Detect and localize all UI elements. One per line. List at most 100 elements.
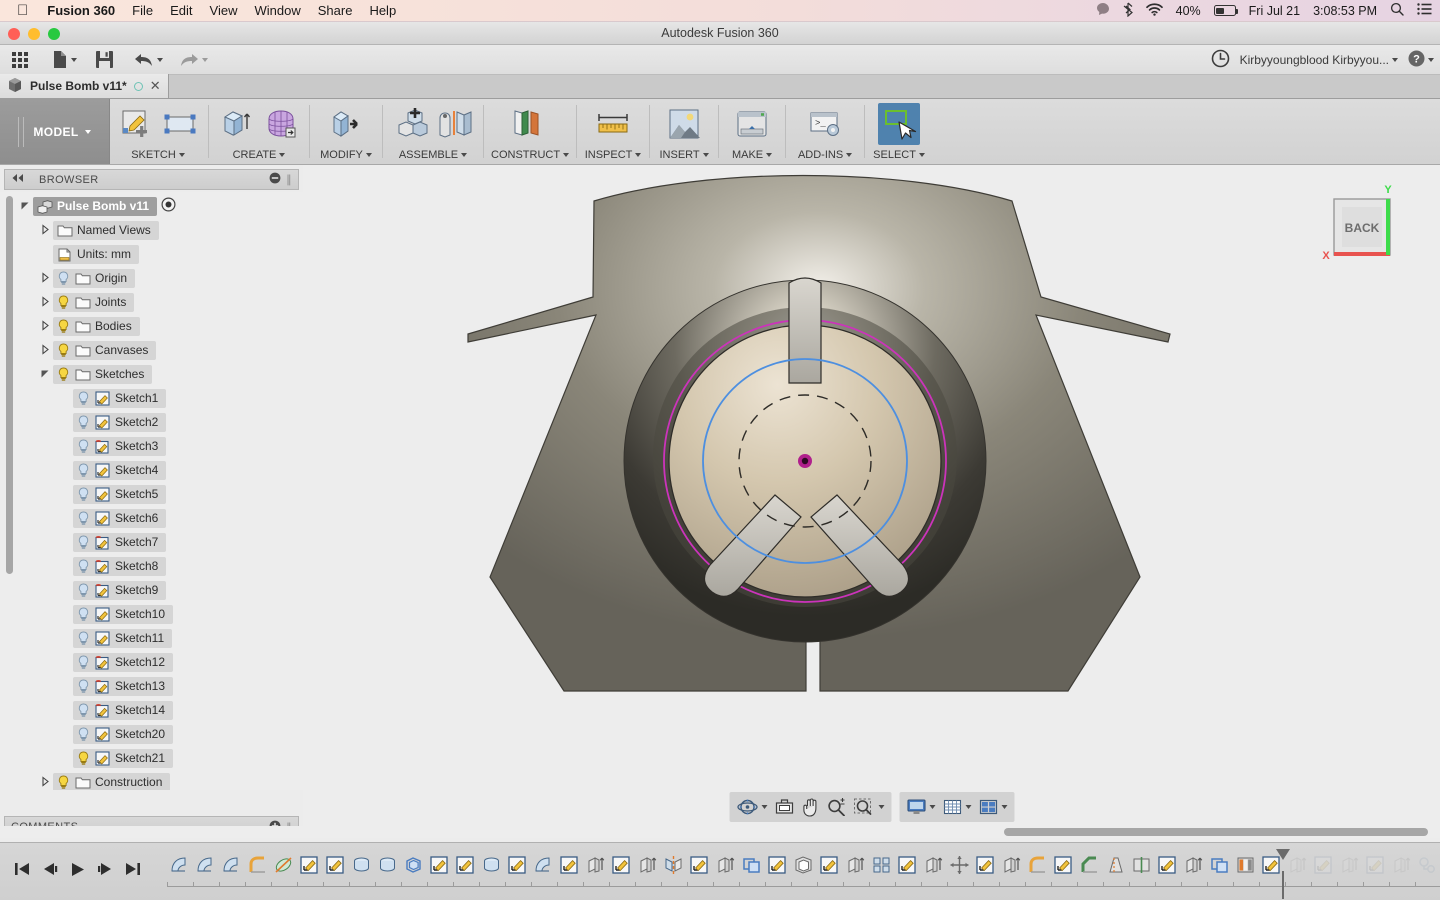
timeline-feature[interactable] xyxy=(1025,852,1049,878)
script-icon[interactable]: >_ xyxy=(804,103,846,145)
timeline-feature[interactable] xyxy=(453,852,477,878)
visibility-bulb-icon[interactable] xyxy=(77,655,90,669)
view-cube[interactable]: BACK Y X xyxy=(1320,173,1420,273)
insert-image-icon[interactable] xyxy=(663,103,705,145)
browser-tree-item[interactable]: Named Views xyxy=(0,218,303,242)
tree-item-chip[interactable]: Sketch9 xyxy=(73,580,167,600)
timeline-feature[interactable] xyxy=(765,852,789,878)
tree-item-chip[interactable]: Sketches xyxy=(53,364,153,384)
browser-tree-item[interactable]: Sketch11 xyxy=(0,626,303,650)
rectangle-icon[interactable] xyxy=(159,103,201,145)
measure-icon[interactable] xyxy=(592,103,634,145)
browser-tree-item[interactable]: Sketch12 xyxy=(0,650,303,674)
browser-tree-item[interactable]: Sketch1 xyxy=(0,386,303,410)
timeline-feature[interactable] xyxy=(1077,852,1101,878)
notification-icon[interactable] xyxy=(1096,2,1110,19)
timeline-feature[interactable] xyxy=(713,852,737,878)
browser-tree-item[interactable]: Units: mm xyxy=(0,242,303,266)
browser-tree-item[interactable]: Canvases xyxy=(0,338,303,362)
document-tab[interactable]: Pulse Bomb v11* ✕ xyxy=(0,74,169,98)
timeline-feature[interactable] xyxy=(1311,852,1335,878)
visibility-bulb-icon[interactable] xyxy=(57,319,70,333)
expand-arrow-closed-icon[interactable] xyxy=(40,295,53,309)
play-icon[interactable] xyxy=(70,862,85,882)
help-icon[interactable]: ? xyxy=(1408,50,1425,70)
tree-item-chip[interactable]: Sketch12 xyxy=(73,652,174,672)
ribbon-panel-label[interactable]: CONSTRUCT xyxy=(491,149,570,161)
visibility-bulb-icon[interactable] xyxy=(57,295,70,309)
expand-arrow-open-icon[interactable] xyxy=(20,200,33,213)
step-back-icon[interactable] xyxy=(42,862,58,881)
workspace-caret[interactable] xyxy=(84,129,91,134)
browser-tree-item[interactable]: Sketch20 xyxy=(0,722,303,746)
expand-arrow-closed-icon[interactable] xyxy=(40,271,53,285)
timeline-feature[interactable] xyxy=(1103,852,1127,878)
timeline-feature[interactable] xyxy=(219,852,243,878)
timeline-feature[interactable] xyxy=(609,852,633,878)
help-menu[interactable]: ? xyxy=(1408,50,1434,70)
browser-tree-item[interactable]: Bodies xyxy=(0,314,303,338)
timeline-feature[interactable] xyxy=(1233,852,1257,878)
tree-item-chip[interactable]: Sketch1 xyxy=(73,388,167,408)
zoom-icon[interactable] xyxy=(824,795,848,819)
new-file-caret[interactable] xyxy=(71,57,77,62)
timeline-feature[interactable] xyxy=(1363,852,1387,878)
offset-plane-icon[interactable] xyxy=(505,103,547,145)
minimize-icon[interactable] xyxy=(269,172,281,187)
go-to-beginning-icon[interactable] xyxy=(14,862,30,881)
clock-icon[interactable] xyxy=(1211,49,1230,71)
timeline-feature[interactable] xyxy=(375,852,399,878)
timeline-feature[interactable] xyxy=(817,852,841,878)
fit-icon[interactable] xyxy=(851,795,886,819)
apple-icon[interactable]:  xyxy=(17,3,28,18)
browser-tree-item[interactable]: Sketch8 xyxy=(0,554,303,578)
viewports-icon[interactable] xyxy=(976,795,1009,819)
ribbon-panel-label[interactable]: INSPECT xyxy=(584,149,642,161)
browser-tree-item[interactable]: Sketch5 xyxy=(0,482,303,506)
expand-arrow-closed-icon[interactable] xyxy=(40,319,53,333)
account-menu[interactable]: Kirbyyoungblood Kirbyyou... xyxy=(1240,53,1398,67)
go-to-end-icon[interactable] xyxy=(125,862,141,881)
browser-tree-item[interactable]: Sketch7 xyxy=(0,530,303,554)
timeline-feature-list[interactable] xyxy=(167,848,1440,899)
visibility-bulb-icon[interactable] xyxy=(57,775,70,789)
tree-item-chip[interactable]: Named Views xyxy=(53,220,159,240)
timeline-feature[interactable] xyxy=(999,852,1023,878)
account-caret[interactable] xyxy=(1392,57,1398,62)
tree-item-chip[interactable]: Bodies xyxy=(53,316,140,336)
visibility-bulb-icon[interactable] xyxy=(77,439,90,453)
browser-tree-item[interactable]: Sketch6 xyxy=(0,506,303,530)
new-file-icon[interactable] xyxy=(52,47,77,73)
timeline-scrollbar[interactable] xyxy=(0,826,1440,838)
panel-grip[interactable]: ∥ xyxy=(286,173,292,186)
menu-help[interactable]: Help xyxy=(369,3,396,18)
visibility-bulb-icon[interactable] xyxy=(57,367,70,381)
notification-center-icon[interactable] xyxy=(1417,3,1432,18)
tree-item-chip[interactable]: Sketch13 xyxy=(73,676,174,696)
bluetooth-icon[interactable] xyxy=(1123,2,1133,20)
timeline-feature[interactable] xyxy=(1259,848,1290,899)
visibility-bulb-icon[interactable] xyxy=(77,559,90,573)
timeline-feature[interactable] xyxy=(479,852,503,878)
tree-item-chip[interactable]: Pulse Bomb v11 xyxy=(33,196,158,216)
visibility-bulb-icon[interactable] xyxy=(57,343,70,357)
tree-item-chip[interactable]: Sketch11 xyxy=(73,628,173,648)
undo-caret[interactable] xyxy=(157,57,163,62)
browser-tree-item[interactable]: Sketch3 xyxy=(0,434,303,458)
redo-icon[interactable] xyxy=(179,47,208,73)
timeline-feature[interactable] xyxy=(401,852,425,878)
tree-item-chip[interactable]: Sketch7 xyxy=(73,532,167,552)
ribbon-panel-label[interactable]: ADD-INS xyxy=(793,149,857,161)
select-cursor-icon[interactable] xyxy=(878,103,921,145)
timeline-feature[interactable] xyxy=(973,852,997,878)
timeline-feature[interactable] xyxy=(1337,852,1361,878)
timeline-feature[interactable] xyxy=(167,852,191,878)
undo-icon[interactable] xyxy=(134,47,163,73)
visibility-bulb-icon[interactable] xyxy=(77,751,90,765)
redo-caret[interactable] xyxy=(202,57,208,62)
browser-tree-item[interactable]: Joints xyxy=(0,290,303,314)
timeline-feature[interactable] xyxy=(1181,852,1205,878)
visibility-bulb-icon[interactable] xyxy=(77,487,90,501)
timeline-feature[interactable] xyxy=(947,852,971,878)
timeline-feature[interactable] xyxy=(531,852,555,878)
